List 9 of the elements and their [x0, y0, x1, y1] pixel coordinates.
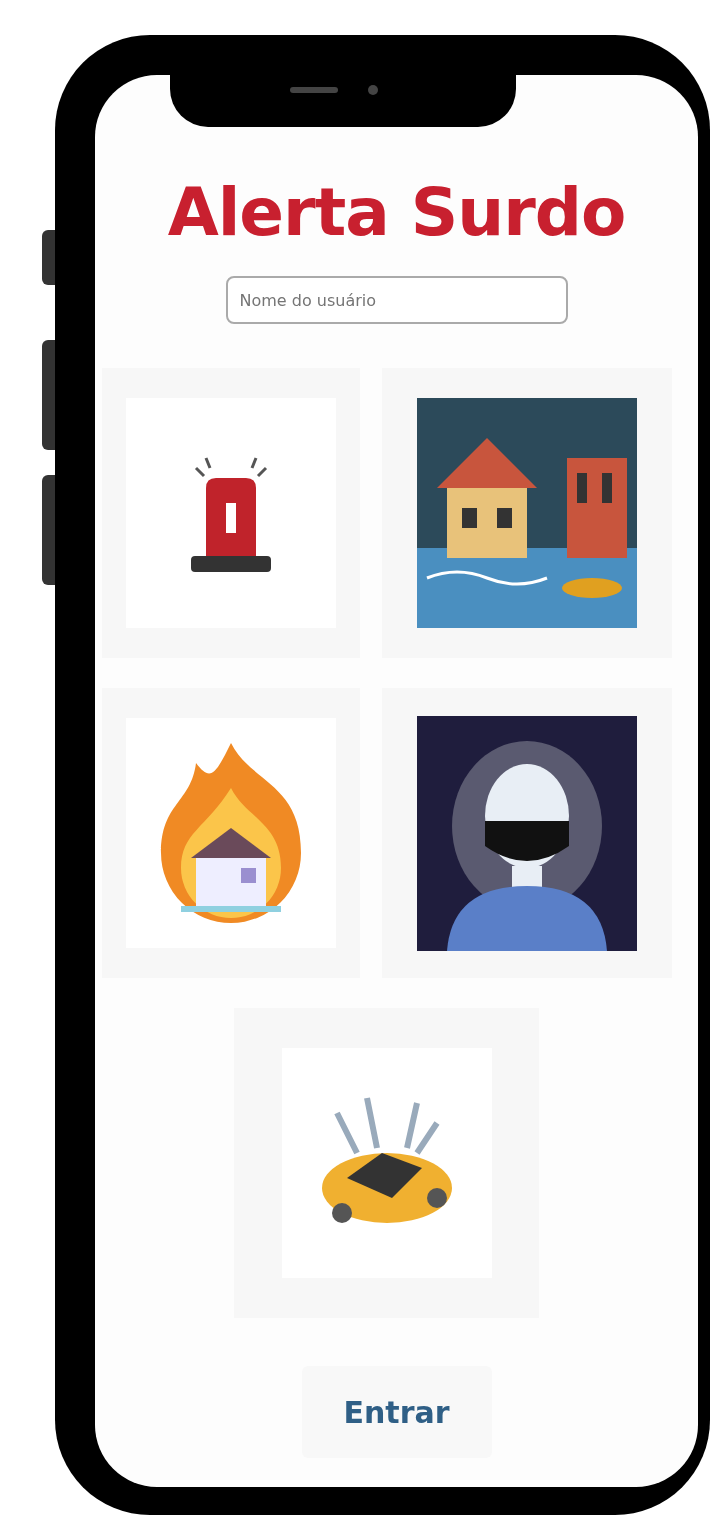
- app-title: Alerta Surdo: [167, 180, 626, 246]
- alert-card[interactable]: [234, 1008, 539, 1318]
- speaker-icon: [290, 87, 338, 93]
- username-field[interactable]: Nome do usuário: [225, 276, 568, 324]
- enter-button[interactable]: Entrar: [301, 1366, 492, 1458]
- alert-card[interactable]: [101, 368, 360, 658]
- alert-card[interactable]: [381, 368, 672, 658]
- camera-icon: [368, 85, 378, 95]
- alert-card[interactable]: [381, 688, 672, 978]
